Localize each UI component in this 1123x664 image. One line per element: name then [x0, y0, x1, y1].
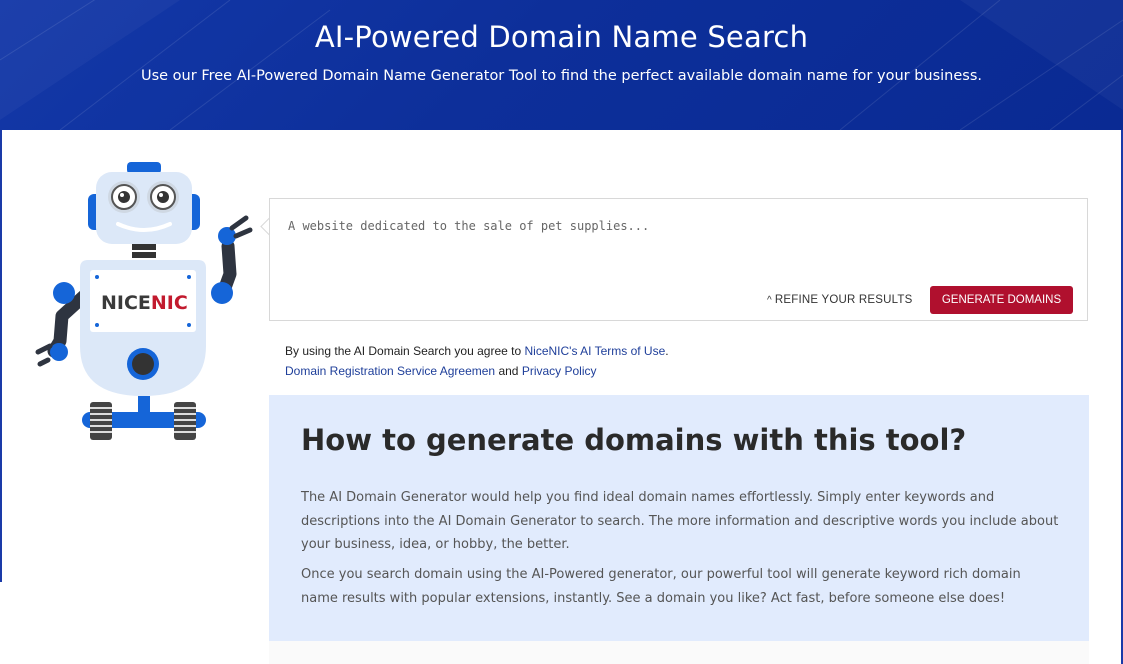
search-input[interactable]	[286, 217, 1070, 281]
ai-terms-link[interactable]: NiceNIC's AI Terms of Use	[524, 344, 665, 358]
terms-notice: By using the AI Domain Search you agree …	[285, 341, 669, 381]
registration-agreement-link[interactable]: Domain Registration Service Agreemen	[285, 364, 495, 378]
how-to-heading: How to generate domains with this tool?	[301, 423, 967, 457]
svg-text:NICENIC: NICENIC	[101, 292, 188, 314]
robot-mascot-illustration: NICENIC	[35, 162, 253, 440]
refine-label: REFINE YOUR RESULTS	[774, 294, 913, 306]
robot-logo-nic: NIC	[151, 292, 188, 314]
generate-domains-button[interactable]: GENERATE DOMAINS	[930, 286, 1073, 314]
terms-prefix: By using the AI Domain Search you agree …	[285, 344, 525, 358]
refine-results-toggle[interactable]: ^ REFINE YOUR RESULTS	[767, 294, 912, 306]
how-to-paragraph-2: Once you search domain using the AI-Powe…	[301, 567, 1021, 606]
hero-banner: AI-Powered Domain Name Search Use our Fr…	[0, 0, 1123, 130]
privacy-policy-link[interactable]: Privacy Policy	[522, 364, 597, 378]
page-subtitle: Use our Free AI-Powered Domain Name Gene…	[140, 68, 983, 84]
terms-line-2: Domain Registration Service Agreemen and…	[285, 361, 669, 381]
robot-logo-nice: NICE	[101, 292, 151, 314]
terms-line-1: By using the AI Domain Search you agree …	[285, 341, 669, 361]
search-box: ^REFINE YOUR RESULTS GENERATE DOMAINS	[269, 198, 1088, 321]
terms-period: .	[665, 344, 669, 358]
page-title: AI-Powered Domain Name Search	[314, 20, 809, 54]
bottom-strip	[269, 641, 1089, 664]
terms-and: and	[495, 364, 522, 378]
how-to-section: How to generate domains with this tool? …	[269, 395, 1089, 641]
page-border-left	[0, 130, 2, 582]
how-to-paragraph-1: The AI Domain Generator would help you f…	[301, 490, 1059, 552]
chevron-up-icon: ^	[767, 295, 772, 306]
